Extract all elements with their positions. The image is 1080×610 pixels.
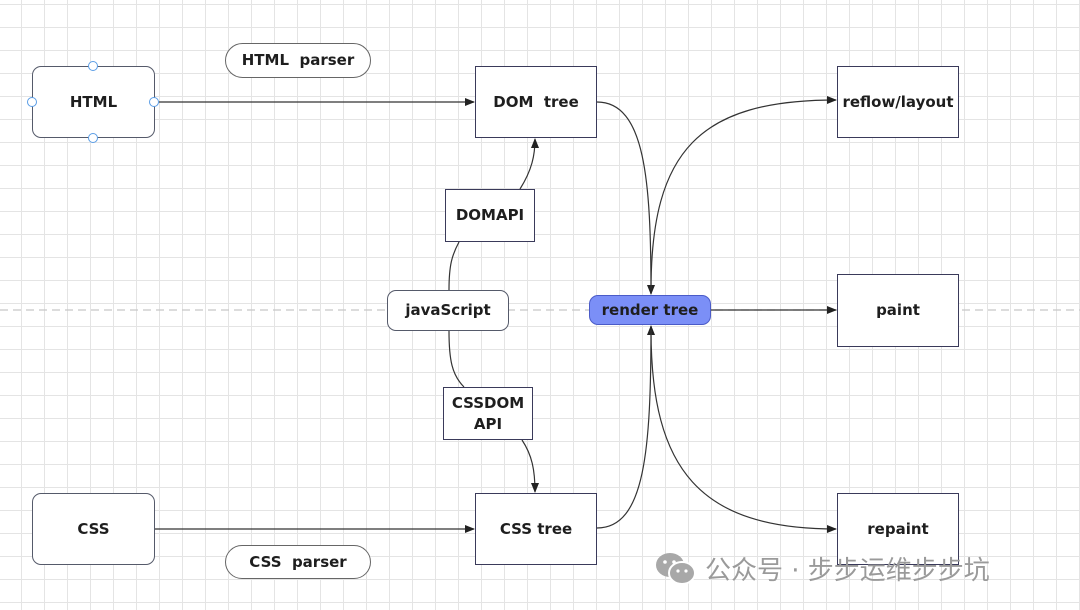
edge-cssdom-to-csstree [521,439,539,493]
label-css-parser-text: CSS parser [249,552,347,571]
wechat-icon [656,552,696,585]
edge-render-to-repaint [650,329,837,533]
connection-handle-right[interactable] [149,97,159,107]
edge-domapi-to-dom [519,138,539,190]
connection-handle-left[interactable] [27,97,37,107]
node-reflow-layout-label: reflow/layout [842,92,954,111]
diagram-canvas: HTML HTML parser DOM tree reflow/layout … [0,0,1080,610]
edge-js-to-cssdom [448,330,465,388]
node-repaint-label: repaint [867,519,929,538]
node-css-tree[interactable]: CSS tree [475,493,597,565]
connection-handle-bottom[interactable] [88,133,98,143]
node-reflow-layout[interactable]: reflow/layout [837,66,959,138]
edge-js-to-domapi [448,241,460,291]
label-css-parser[interactable]: CSS parser [225,545,371,579]
node-dom-tree[interactable]: DOM tree [475,66,597,138]
node-render-tree-label: render tree [601,300,699,319]
node-paint[interactable]: paint [837,274,959,347]
node-dom-tree-label: DOM tree [493,92,579,111]
node-paint-label: paint [876,301,920,320]
label-html-parser-text: HTML parser [241,51,355,70]
node-javascript[interactable]: javaScript [387,290,509,331]
edge-dom-to-render [596,101,655,295]
connection-handle-top[interactable] [88,61,98,71]
node-css-label: CSS [77,519,110,538]
watermark-text: 公众号 · 步步运维步步坑 [705,556,990,586]
node-css-tree-label: CSS tree [499,519,573,538]
edge-render-to-reflow [650,96,837,291]
edge-csstree-to-render [596,325,655,529]
node-html-label: HTML [69,92,118,111]
label-html-parser[interactable]: HTML parser [225,43,371,78]
node-cssdom-api-line2: API [473,414,503,433]
node-javascript-label: javaScript [405,301,491,320]
node-domapi[interactable]: DOMAPI [445,189,535,242]
watermark: 公众号 · 步步运维步步坑 [655,550,990,587]
node-cssdom-api-line1: CSSDOM [451,394,525,413]
node-css[interactable]: CSS [32,493,155,565]
node-html[interactable]: HTML [32,66,155,138]
node-render-tree[interactable]: render tree [589,295,711,325]
node-domapi-label: DOMAPI [455,206,525,225]
node-cssdom-api[interactable]: CSSDOM API [443,387,533,440]
